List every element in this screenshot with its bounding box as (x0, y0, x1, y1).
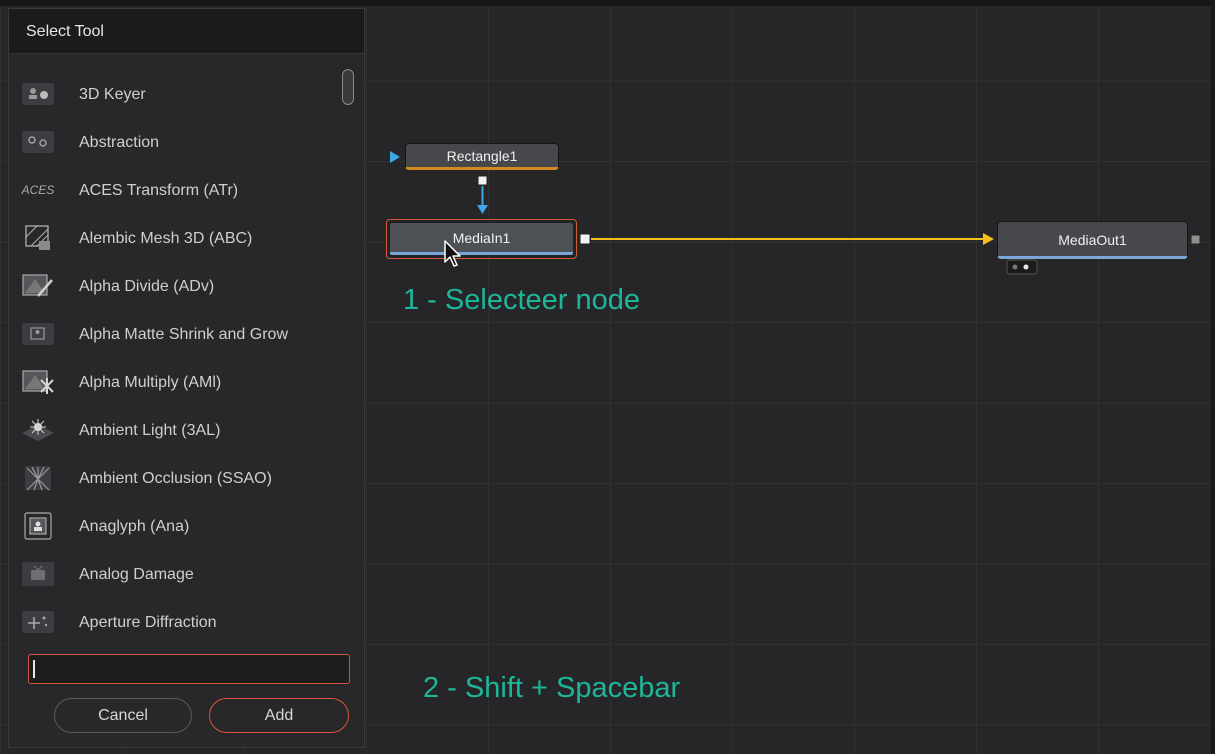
tool-list-scrollbar[interactable] (342, 69, 354, 105)
tool-item[interactable]: Anaglyph (Ana) (9, 503, 354, 551)
aces-icon: ACES (21, 183, 55, 197)
dialog-title: Select Tool (9, 9, 364, 54)
view-dot-2 (1023, 264, 1029, 270)
select-tool-dialog: Select Tool 3D Keyer Abstraction ACES AC… (8, 8, 365, 748)
rectangle-output-port (477, 175, 488, 186)
node-rectangle1-label: Rectangle1 (446, 148, 518, 164)
tool-item-label: Alpha Multiply (AMl) (79, 374, 222, 391)
tool-item-label: Anaglyph (Ana) (79, 518, 190, 535)
ambient-occlusion-icon (22, 464, 54, 492)
tool-item-label: Ambient Light (3AL) (79, 422, 221, 439)
alpha-matte-icon (22, 320, 54, 348)
analog-damage-icon (22, 560, 54, 588)
tool-item-label: Ambient Occlusion (SSAO) (79, 470, 272, 487)
aperture-diffraction-icon (22, 608, 54, 636)
alembic-mesh-icon (22, 224, 54, 252)
tool-item[interactable]: Ambient Occlusion (SSAO) (9, 455, 354, 503)
ambient-light-icon (22, 416, 54, 444)
tool-item[interactable]: Ambient Light (3AL) (9, 407, 354, 455)
tool-item-label: Alpha Divide (ADv) (79, 278, 215, 295)
annotation-step-1: 1 - Selecteer node (403, 284, 640, 316)
mediain-output-port (579, 233, 591, 245)
mediaout-view-indicator (1006, 259, 1038, 275)
tool-item-label: ACES Transform (ATr) (79, 182, 239, 199)
node-mediain1[interactable]: MediaIn1 (386, 219, 577, 259)
tool-item[interactable]: Alpha Divide (ADv) (9, 263, 354, 311)
tool-item-label: Aperture Diffraction (79, 614, 217, 631)
mediaout-input-arrow (983, 233, 994, 245)
tool-item-label: Analog Damage (79, 566, 194, 583)
3d-keyer-icon (22, 80, 54, 108)
cancel-button[interactable]: Cancel (54, 698, 192, 733)
alpha-multiply-icon (22, 368, 54, 396)
alpha-divide-icon (22, 272, 54, 300)
tool-item[interactable]: Abstraction (9, 119, 354, 167)
mediain-effect-arrow (477, 205, 488, 214)
tool-search-input[interactable] (28, 654, 350, 684)
tool-item-label: Alembic Mesh 3D (ABC) (79, 230, 253, 247)
tool-item-label: Abstraction (79, 134, 160, 151)
tool-item[interactable]: Analog Damage (9, 551, 354, 599)
tool-item[interactable]: Alpha Matte Shrink and Grow (9, 311, 354, 359)
tool-item[interactable]: ACES ACES Transform (ATr) (9, 167, 354, 215)
tool-item[interactable]: Alembic Mesh 3D (ABC) (9, 215, 354, 263)
anaglyph-icon (22, 512, 54, 540)
node-mediaout1-label: MediaOut1 (1058, 232, 1127, 248)
node-mediain1-body: MediaIn1 (390, 223, 573, 255)
text-caret (33, 660, 35, 678)
tool-item[interactable]: 3D Keyer (9, 71, 354, 119)
annotation-step-2: 2 - Shift + Spacebar (423, 672, 681, 704)
tool-item-label: 3D Keyer (79, 86, 146, 103)
add-button[interactable]: Add (209, 698, 349, 733)
node-rectangle1[interactable]: Rectangle1 (405, 143, 559, 170)
rectangle-input-arrow (390, 151, 400, 163)
tool-list[interactable]: 3D Keyer Abstraction ACES ACES Transform… (9, 71, 354, 647)
mouse-cursor-icon (444, 240, 461, 267)
mediaout-output-port (1190, 234, 1201, 245)
tool-item[interactable]: Alpha Multiply (AMl) (9, 359, 354, 407)
tool-item-label: Alpha Matte Shrink and Grow (79, 326, 288, 343)
view-dot-1 (1012, 264, 1018, 270)
node-mediaout1[interactable]: MediaOut1 (997, 221, 1188, 259)
tool-item[interactable]: Aperture Diffraction (9, 599, 354, 647)
abstraction-icon (22, 128, 54, 156)
